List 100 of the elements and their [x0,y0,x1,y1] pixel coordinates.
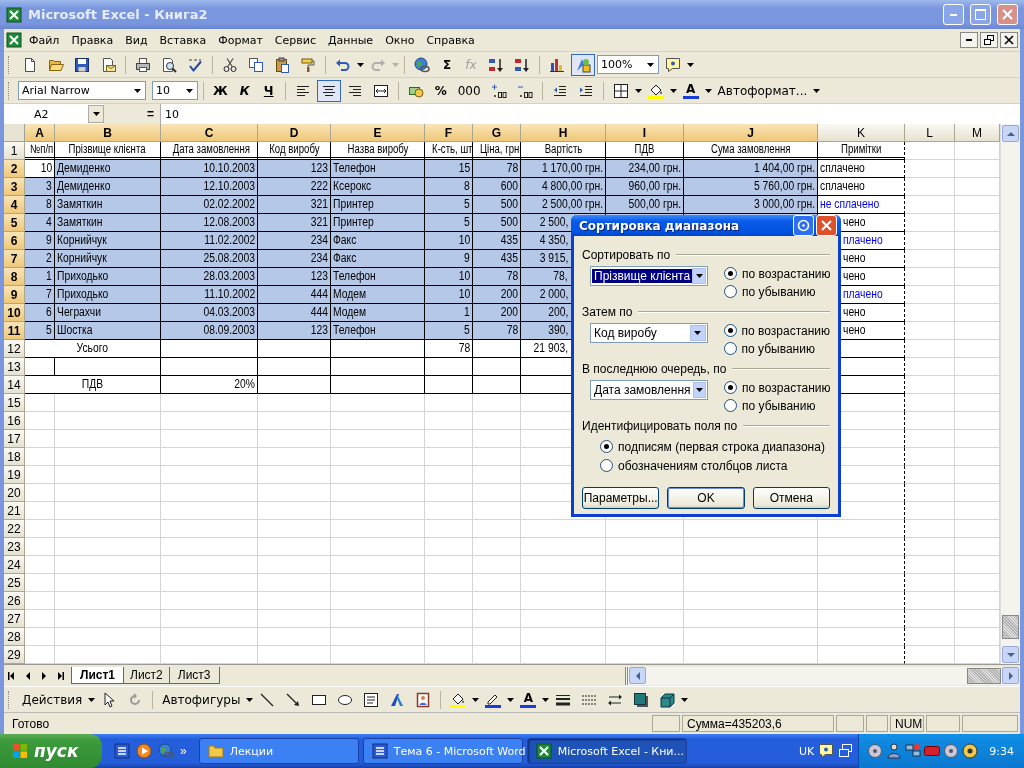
row-header[interactable]: 27 [4,610,25,628]
row-header[interactable]: 26 [4,592,25,610]
column-header[interactable]: L [905,124,955,142]
radio-button[interactable] [723,324,737,337]
start-button[interactable]: пуск [0,734,102,768]
scissors-icon[interactable] [222,56,238,73]
menu-item[interactable]: Вставка [154,31,212,49]
menu-item[interactable]: Правка [66,31,119,49]
row-header[interactable]: 20 [4,484,25,502]
row-header[interactable]: 17 [4,430,25,448]
row-header[interactable]: 3 [4,178,25,196]
column-header[interactable]: M [955,124,1000,142]
signal-icon[interactable] [962,743,979,759]
font-color-button[interactable]: A [516,688,541,711]
close-button[interactable] [1000,32,1018,48]
dialog-button[interactable]: OK [667,487,745,509]
scroll-thumb[interactable] [1002,615,1019,639]
radio-button[interactable] [723,342,737,355]
print-icon[interactable] [135,56,151,73]
save-icon[interactable] [74,56,90,73]
help-icon[interactable] [665,56,681,73]
first-sheet-icon[interactable] [8,670,16,681]
autoformat-button[interactable]: Автоформат... [713,79,812,102]
slanted-letter-icon[interactable] [389,691,406,708]
menu-item[interactable]: Формат [213,31,268,49]
row-header[interactable]: 14 [4,376,25,394]
text-box-icon[interactable] [363,691,380,708]
taskbar-button[interactable]: Тема 6 - Microsoft Word [362,738,523,764]
align-center-button[interactable] [316,79,341,102]
row-header[interactable]: 16 [4,412,25,430]
row-header[interactable]: 18 [4,448,25,466]
next-sheet-icon[interactable] [40,670,48,681]
person-icon[interactable] [886,743,903,759]
radio-button[interactable] [724,285,737,298]
sort-field-dropdown[interactable]: Прізвище клієнта [590,266,708,286]
zoom-dropdown[interactable]: 100% [597,55,659,74]
minimize-button[interactable] [960,32,978,48]
underline-button[interactable]: Ч [257,79,280,102]
taskbar-button[interactable]: Microsoft Excel - Кни... [526,738,687,764]
menu-item[interactable]: Вид [120,31,153,49]
chevron[interactable]: » [180,744,187,758]
new-document-icon[interactable] [22,56,38,73]
column-header[interactable]: D [258,124,331,142]
column-header[interactable]: A [25,124,55,142]
shadow-icon[interactable] [633,691,650,708]
sort-field-dropdown[interactable]: Дата замовлення [590,380,708,400]
language-indicator[interactable]: UK [799,744,815,758]
column-header[interactable]: K [818,124,905,142]
merge-center-icon[interactable] [372,82,389,99]
fill-bucket-icon[interactable] [450,691,467,708]
media-player-icon[interactable] [136,743,152,759]
row-header[interactable]: 21 [4,502,25,520]
radio-button[interactable] [600,459,613,472]
scroll-thumb[interactable] [967,667,1001,684]
sort-descending-icon[interactable] [514,56,530,73]
spreadsheet-icon[interactable] [6,32,22,48]
horizontal-scrollbar[interactable] [625,666,1020,685]
previous-sheet-icon[interactable] [24,670,32,681]
row-header[interactable]: 23 [4,538,25,556]
column-header[interactable]: F [425,124,473,142]
name-box[interactable]: A2 [4,104,104,124]
network-icon[interactable] [905,743,922,759]
radio-button[interactable] [724,399,737,412]
row-header[interactable]: 6 [4,232,25,250]
column-header[interactable]: B [55,124,161,142]
borders-icon[interactable] [612,82,629,99]
disc-icon[interactable] [867,743,884,759]
column-header[interactable]: G [473,124,521,142]
sort-field-dropdown[interactable]: Код виробу [590,323,708,343]
row-header[interactable]: 22 [4,520,25,538]
percent-button[interactable]: % [429,79,452,102]
row-header[interactable]: 1 [4,142,25,160]
dialog-button[interactable]: Параметры... [582,487,660,509]
autoshapes-menu[interactable]: Автофигуры [158,688,245,711]
taskbar-button[interactable]: Лекции [198,738,359,764]
row-header[interactable]: 19 [4,466,25,484]
row-header[interactable]: 24 [4,556,25,574]
row-header[interactable]: 5 [4,214,25,232]
print-preview-icon[interactable] [161,56,177,73]
menu-item[interactable]: Справка [421,31,480,49]
thousands-button[interactable]: 000 [453,79,485,102]
font-dropdown[interactable]: Arial Narrow [18,81,146,100]
line-icon[interactable] [259,691,276,708]
sheet-tab[interactable]: Лист3 [168,667,220,684]
increase-decimal-icon[interactable] [490,82,507,99]
restore-button[interactable] [980,32,998,48]
paintbrush-icon[interactable] [300,56,316,73]
help-button[interactable] [793,215,814,236]
fill-bucket-icon[interactable] [647,82,664,99]
row-header[interactable]: 13 [4,358,25,376]
tag-icon[interactable] [924,743,941,759]
arrow-icon[interactable] [285,691,302,708]
help-icon[interactable] [818,743,835,759]
menu-item[interactable]: Сервис [269,31,321,49]
copy-icon[interactable] [248,56,264,73]
menu-item[interactable]: Данные [322,31,379,49]
row-header[interactable]: 4 [4,196,25,214]
row-header[interactable]: 12 [4,340,25,358]
bar-chart-icon[interactable] [549,56,565,73]
row-header[interactable]: 10 [4,304,25,322]
